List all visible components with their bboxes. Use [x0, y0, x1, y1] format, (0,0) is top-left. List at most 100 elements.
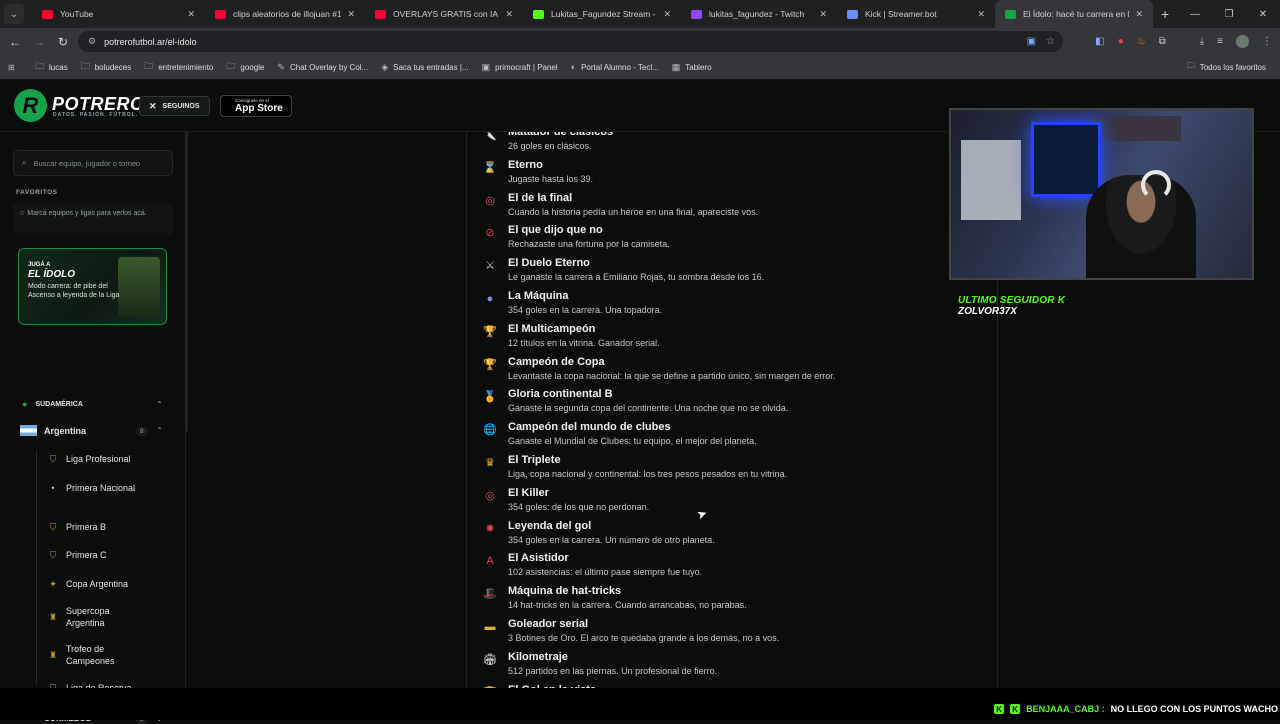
bookmark-item[interactable]: ◐ Portal Alumno - Tecl... — [571, 62, 659, 72]
region-sudamerica[interactable]: ● SUDAMÉRICA — [22, 399, 83, 409]
bookmark-item[interactable]: 🗀 boludeces — [81, 59, 132, 75]
letter-a-icon: A — [486, 555, 494, 568]
forward-icon[interactable]: → — [27, 35, 51, 49]
achievement-title: Leyenda del gol — [508, 519, 592, 532]
promo-description: Modo carrera: de pibe del Ascenso a leye… — [28, 283, 120, 299]
follow-x-button[interactable]: ✕ SEGUINOS — [139, 96, 210, 116]
twitch-icon — [691, 9, 702, 19]
kick-icon: K — [1010, 704, 1021, 714]
close-tab-icon[interactable]: ✕ — [505, 9, 513, 20]
browser-tab[interactable]: Lukitas_Fagundez Stream - ✕ — [523, 0, 681, 28]
browser-tab[interactable]: Kick | Streamer.bot ✕ — [837, 0, 995, 28]
minimize-icon[interactable]: — — [1178, 9, 1212, 20]
bookmark-item[interactable]: ▦ Tablero — [672, 62, 712, 73]
close-tab-icon[interactable]: ✕ — [347, 9, 355, 20]
achievement-title: Gloria continental B — [508, 388, 613, 401]
profile-avatar[interactable] — [1236, 35, 1249, 48]
close-tab-icon[interactable]: ✕ — [663, 9, 671, 20]
all-bookmarks[interactable]: 🗀 Todos los favoritos — [1187, 55, 1266, 79]
bookmark-item[interactable]: 🗀 entretenimiento — [144, 59, 213, 75]
close-tab-icon[interactable]: ✕ — [1135, 9, 1143, 20]
bookmark-item[interactable]: ✎ Chat Overlay by Col... — [277, 62, 368, 73]
kick-icon: K — [994, 704, 1005, 714]
extension-fire-icon[interactable]: ♨ — [1137, 36, 1146, 47]
browser-tab[interactable]: YouTube ✕ — [32, 0, 205, 28]
achievement-description: Ganaste la segunda copa del continente. … — [508, 403, 789, 414]
bookmark-star-icon[interactable]: ☆ — [1046, 36, 1055, 47]
search-placeholder: Buscar equipo, jugador o torneo — [33, 158, 141, 168]
trophy-icon: 🏆 — [483, 325, 497, 338]
ticket-icon: ◈ — [381, 61, 389, 72]
url-field[interactable]: ⚙ potrerofutbol.ar/el-idolo ▣ ☆ — [78, 31, 1063, 52]
kick-icon: K — [1057, 295, 1066, 306]
sidebar-item-league[interactable]: • Primera Nacional — [46, 482, 146, 494]
folder-icon: 🗀 — [1186, 61, 1195, 70]
achievement-title: El Killer — [508, 486, 549, 499]
target-icon: ◎ — [485, 194, 495, 207]
sidebar-item-league[interactable]: ⛉ Primera B — [46, 521, 146, 533]
translate-icon[interactable]: ▣ — [1027, 36, 1036, 47]
back-icon[interactable]: ← — [3, 35, 27, 49]
chevron-up-icon[interactable]: ⌃ — [156, 426, 163, 435]
achievements-list: 🔪 Matador de clásicos 26 goles en clásicos… — [466, 132, 998, 688]
new-tab-icon[interactable]: + — [1161, 6, 1169, 22]
sidebar-item-league[interactable]: ✦ Copa Argentina — [46, 578, 146, 590]
app-store-button[interactable]: Consíguelo en el App Store — [220, 95, 292, 117]
close-tab-icon[interactable]: ✕ — [977, 9, 985, 20]
browser-tab-label: El Ídolo: hacé tu carrera en la L — [1023, 9, 1130, 19]
bookmark-label: google — [240, 62, 265, 72]
country-label: Argentina — [44, 425, 87, 436]
achievement-description: 26 goles en clásicos. — [508, 141, 592, 151]
chat-ticker-bar: K K BENJAAA_CABJ : NO LLEGO CON LOS PUNT… — [0, 688, 1280, 720]
browser-tab[interactable]: lukitas_fagundez - Twitch ✕ — [681, 0, 837, 28]
bookmark-item[interactable]: ◈ Saca tus entradas |... — [381, 62, 468, 73]
reload-icon[interactable]: ↻ — [51, 35, 75, 49]
sidebar-scrollbar[interactable] — [185, 132, 188, 432]
league-label: Trofeo de Campeones — [66, 644, 115, 666]
site-tagline: DATOS. PASIÓN. FÚTBOL. — [53, 112, 139, 118]
chat-message: NO LLEGO CON LOS PUNTOS WACHO — [1110, 704, 1278, 714]
crown-icon: ♛ — [485, 457, 495, 469]
bookmark-item[interactable]: 🗀 google — [226, 59, 264, 75]
site-info-icon[interactable]: ⚙ — [88, 36, 96, 47]
sidebar-item-league[interactable]: ♜ Trofeo de Campeones — [46, 643, 146, 667]
browser-menu-icon[interactable]: ⋮ — [1262, 36, 1272, 47]
browser-tab-label: OVERLAYS GRATIS con IA para — [393, 9, 499, 19]
bookmark-item[interactable]: 🗀 lucas — [35, 59, 68, 75]
app-store-label: App Store — [235, 103, 283, 114]
sidebar-item-league[interactable]: ♜ Supercopa Argentina — [46, 605, 146, 629]
browser-tab[interactable]: El Ídolo: hacé tu carrera en la L ✕ — [995, 0, 1153, 28]
browser-tab-label: YouTube — [60, 9, 94, 19]
browser-tab[interactable]: OVERLAYS GRATIS con IA para ✕ — [365, 0, 523, 28]
browser-tab[interactable]: clips aleatorios de illojuan #14 ✕ — [205, 0, 365, 28]
bookmark-item[interactable]: ▣ primocraft | Panel — [482, 62, 558, 73]
apps-grid-icon[interactable]: ⊞ — [8, 63, 21, 72]
webcam-overlay — [949, 108, 1254, 280]
extension-record-icon[interactable]: ● — [1118, 36, 1124, 47]
maximize-icon[interactable]: ❐ — [1212, 9, 1246, 20]
download-icon[interactable]: ⤓ — [1200, 36, 1204, 47]
sidebar-item-league[interactable]: ⛉ Primera C — [46, 549, 146, 561]
close-tab-icon[interactable]: ✕ — [819, 9, 827, 20]
close-tab-icon[interactable]: ✕ — [187, 9, 195, 20]
extensions-puzzle-icon[interactable]: ⧉ — [1159, 36, 1166, 47]
webcam-window — [961, 140, 1021, 220]
close-window-icon[interactable]: ✕ — [1246, 9, 1280, 20]
sidebar-item-league[interactable]: ⛉ Liga Profesional — [46, 453, 146, 465]
bookmark-label: lucas — [49, 62, 68, 72]
tab-search-icon[interactable]: ⌄ — [4, 4, 24, 24]
sparkle-icon: ✸ — [485, 522, 495, 535]
achievement-title: Kilometraje — [508, 650, 568, 663]
potrero-logo-icon[interactable]: R — [14, 89, 47, 122]
achievement-title: Eterno — [508, 158, 543, 171]
extension-translate-icon[interactable]: ◧ — [1095, 36, 1104, 47]
bookmark-list: 🗀 lucas 🗀 boludeces 🗀 entretenimiento 🗀 google ✎… — [35, 59, 725, 75]
achievement-description: Ganaste el Mundial de Clubes: tu equipo,… — [508, 436, 757, 447]
search-input[interactable]: ⌕ Buscar equipo, jugador o torneo — [13, 150, 173, 176]
globe-icon: 🌐 — [483, 424, 497, 437]
achievement-description: 512 partidos en las piernas. Un profesio… — [508, 665, 718, 676]
media-control-icon[interactable]: ≡ — [1217, 36, 1223, 47]
el-idolo-promo-card[interactable]: JUGÁ A EL ÍDOLO Modo carrera: de pibe de… — [18, 248, 167, 325]
country-argentina[interactable]: Argentina — [20, 425, 86, 436]
chevron-up-icon[interactable]: ⌃ — [156, 400, 163, 409]
